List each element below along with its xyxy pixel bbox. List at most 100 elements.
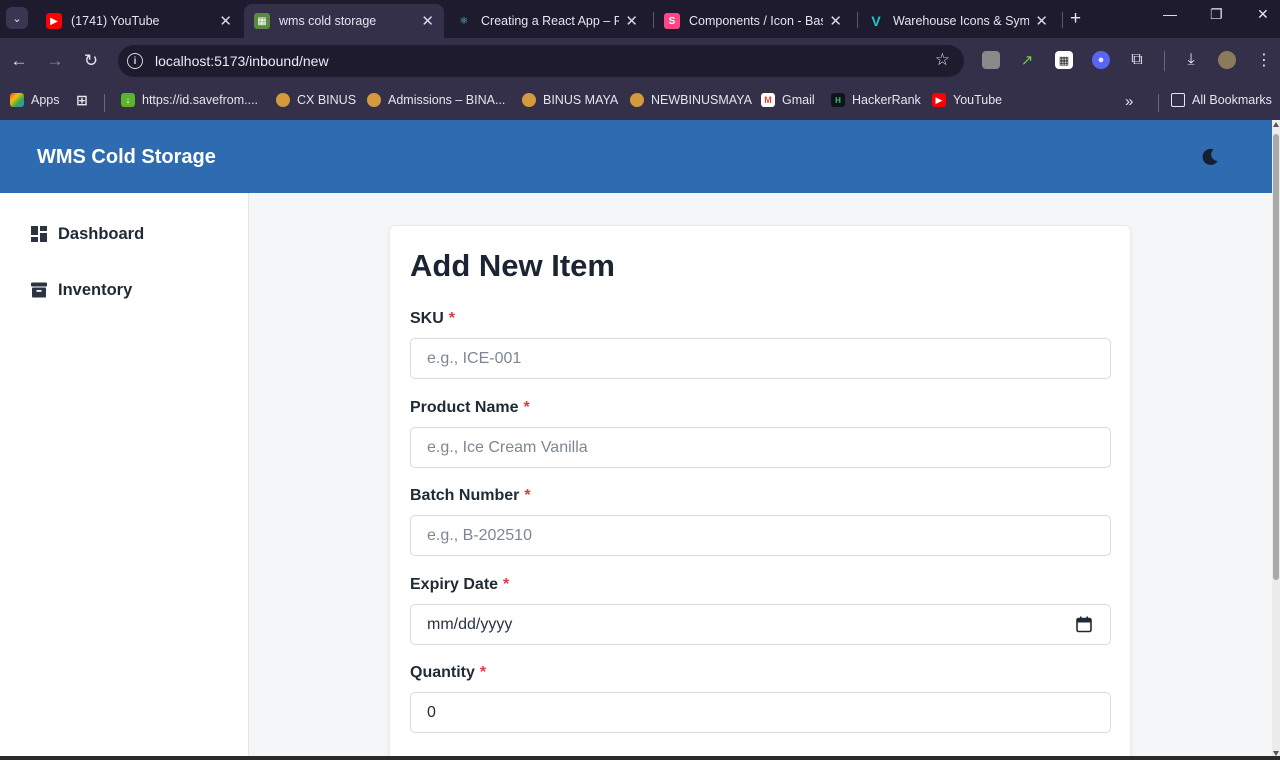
browser-tab-youtube[interactable]: ▶ (1741) YouTube ✕ xyxy=(36,4,242,38)
bookmarks-overflow-button[interactable]: » xyxy=(1125,93,1133,110)
field-label-text: Quantity xyxy=(410,664,475,681)
field-label-text: Expiry Date xyxy=(410,576,499,593)
required-marker: * xyxy=(523,399,530,416)
moon-icon[interactable] xyxy=(1200,147,1220,167)
binus-icon xyxy=(367,93,381,107)
hackerrank-icon: H xyxy=(831,93,845,107)
browser-tab-wms[interactable]: ▦ wms cold storage ✕ xyxy=(244,4,444,38)
browser-tab-components[interactable]: S Components / Icon - Bas ✕ xyxy=(654,4,852,38)
apps-grid-icon xyxy=(10,93,24,107)
warehouse-app-icon: ▦ xyxy=(254,13,270,29)
youtube-icon: ▶ xyxy=(46,13,62,29)
extensions-puzzle-icon[interactable]: ⧉ xyxy=(1128,51,1146,69)
close-tab-icon[interactable]: ✕ xyxy=(829,12,842,30)
scrollbar-thumb[interactable] xyxy=(1273,134,1279,580)
field-label-text: SKU xyxy=(410,310,444,327)
required-marker: * xyxy=(448,310,456,327)
browser-menu-icon[interactable]: ⋮ xyxy=(1255,51,1273,69)
close-tab-icon[interactable]: ✕ xyxy=(421,12,434,30)
sku-input[interactable] xyxy=(410,338,1111,379)
minimize-window-button[interactable]: — xyxy=(1163,6,1177,22)
bookmarks-bar: Apps ⊞ ↓ https://id.savefrom.... CX BINU… xyxy=(0,84,1280,120)
date-placeholder: mm/dd/yyyy xyxy=(427,615,513,633)
product-name-input[interactable] xyxy=(410,427,1111,468)
bookmark-tab-groups[interactable]: ⊞ xyxy=(75,91,96,108)
close-tab-icon[interactable]: ✕ xyxy=(219,12,232,30)
bookmark-label: Admissions – BINA... xyxy=(388,93,506,107)
bookmark-hackerrank[interactable]: H HackerRank xyxy=(831,93,921,107)
bookmark-label: https://id.savefrom.... xyxy=(142,93,259,107)
tab-groups-icon: ⊞ xyxy=(76,91,88,108)
new-tab-button[interactable]: + xyxy=(1070,8,1081,30)
grid-extension-icon[interactable]: ▦ xyxy=(1055,51,1073,69)
vuetify-icon: V xyxy=(871,13,881,29)
required-marker: * xyxy=(503,576,510,593)
binus-icon xyxy=(630,93,644,107)
bookmark-cx-binus[interactable]: CX BINUS xyxy=(276,93,356,107)
tab-title: (1741) YouTube xyxy=(71,14,160,28)
tab-search-button[interactable]: ⌄ xyxy=(6,7,28,29)
browser-tab-warehouse-icons[interactable]: V Warehouse Icons & Symb ✕ xyxy=(858,4,1058,38)
folder-icon xyxy=(1171,93,1185,107)
bookmark-apps[interactable]: Apps xyxy=(10,93,60,107)
sidebar: Dashboard Inventory xyxy=(0,193,249,760)
bookmark-admissions[interactable]: Admissions – BINA... xyxy=(367,93,505,107)
bookmark-newbinusmaya[interactable]: NEWBINUSMAYA xyxy=(630,93,752,107)
calendar-icon[interactable] xyxy=(1076,616,1092,633)
storybook-icon: S xyxy=(664,13,680,29)
app-header: WMS Cold Storage xyxy=(0,120,1272,193)
profile-avatar-icon[interactable] xyxy=(1218,51,1236,69)
close-window-button[interactable]: ✕ xyxy=(1257,6,1269,23)
quantity-label: Quantity * xyxy=(410,664,486,682)
screen-capture-extension-icon[interactable] xyxy=(982,51,1000,69)
downloads-icon[interactable]: ⤓ xyxy=(1182,51,1200,69)
tab-title: Creating a React App – R xyxy=(481,14,620,28)
bookmark-label: NEWBINUSMAYA xyxy=(651,93,752,107)
bookmarks-divider xyxy=(1158,94,1159,112)
overflow-chevron-icon: » xyxy=(1125,93,1134,110)
address-bar[interactable]: i localhost:5173/inbound/new ☆ xyxy=(118,45,964,77)
back-button[interactable]: ← xyxy=(7,49,31,73)
tab-title: Components / Icon - Bas xyxy=(689,14,824,28)
app-brand[interactable]: WMS Cold Storage xyxy=(37,146,216,169)
add-item-form: Add New Item SKU* Product Name* Batch Nu… xyxy=(389,225,1131,760)
bookmark-star-icon[interactable]: ☆ xyxy=(935,50,950,70)
quantity-input[interactable] xyxy=(410,692,1111,733)
discord-extension-icon[interactable]: ● xyxy=(1092,51,1110,69)
bookmark-gmail[interactable]: M Gmail xyxy=(761,93,815,107)
bookmark-youtube[interactable]: ▶ YouTube xyxy=(932,93,1002,107)
sidebar-item-dashboard[interactable]: Dashboard xyxy=(30,221,144,247)
required-marker: * xyxy=(524,487,531,504)
restore-window-button[interactable]: ❐ xyxy=(1210,6,1223,23)
close-tab-icon[interactable]: ✕ xyxy=(625,12,638,30)
forward-button[interactable]: → xyxy=(43,49,67,73)
chart-extension-icon[interactable]: ↗ xyxy=(1018,51,1036,69)
batch-number-input[interactable] xyxy=(410,515,1111,556)
reload-button[interactable]: ↻ xyxy=(79,49,103,73)
sidebar-item-inventory[interactable]: Inventory xyxy=(30,277,132,303)
sku-label: SKU * xyxy=(410,310,455,328)
browser-tab-react[interactable]: ⚛ Creating a React App – R ✕ xyxy=(446,4,648,38)
all-bookmarks-button[interactable]: All Bookmarks xyxy=(1171,93,1272,107)
bookmark-savefrom[interactable]: ↓ https://id.savefrom.... xyxy=(121,93,258,107)
bookmark-label: All Bookmarks xyxy=(1192,93,1272,107)
bookmarks-divider xyxy=(104,94,105,112)
scroll-up-arrow-icon[interactable] xyxy=(1273,122,1279,127)
page-scrollbar[interactable] xyxy=(1272,120,1280,760)
archive-box-icon xyxy=(31,282,47,298)
toolbar-divider xyxy=(1164,51,1165,71)
react-icon: ⚛ xyxy=(459,15,469,27)
tab-title: Warehouse Icons & Symb xyxy=(893,14,1030,28)
taskbar-edge xyxy=(0,756,1280,760)
bookmark-binus-maya[interactable]: BINUS MAYA xyxy=(522,93,618,107)
youtube-icon: ▶ xyxy=(932,93,946,107)
batch-number-label: Batch Number * xyxy=(410,487,531,505)
field-label-text: Product Name xyxy=(410,399,519,416)
tab-title: wms cold storage xyxy=(279,14,377,28)
expiry-date-input[interactable]: mm/dd/yyyy xyxy=(410,604,1111,645)
download-arrow-icon: ↓ xyxy=(121,93,135,107)
sidebar-item-label: Dashboard xyxy=(58,224,145,243)
site-info-icon[interactable]: i xyxy=(127,53,143,69)
close-tab-icon[interactable]: ✕ xyxy=(1035,12,1048,30)
browser-tab-strip: ⌄ ▶ (1741) YouTube ✕ ▦ wms cold storage … xyxy=(0,0,1280,38)
